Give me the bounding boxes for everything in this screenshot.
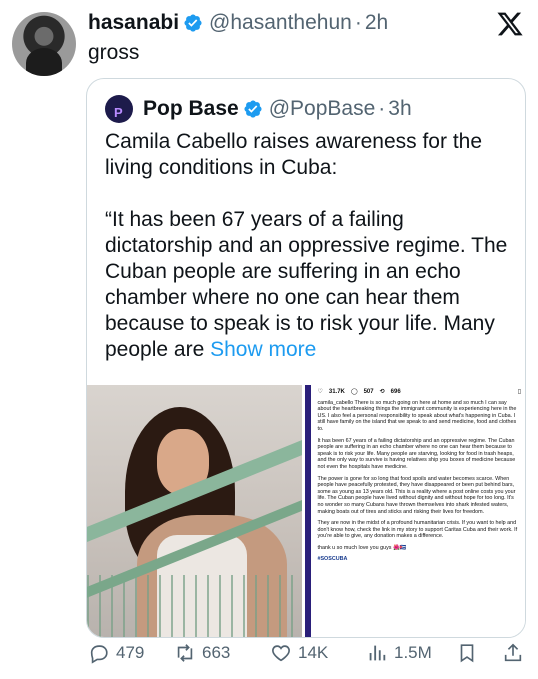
author-name[interactable]: hasanabi: [88, 10, 179, 36]
quoted-author-handle[interactable]: @PopBase: [269, 96, 376, 122]
author-handle[interactable]: @hasanthehun: [209, 10, 352, 36]
quoted-paragraph-1: Camila Cabello raises awareness for the …: [105, 130, 483, 179]
x-logo-icon[interactable]: [496, 10, 524, 38]
verified-badge-icon: [244, 100, 262, 118]
views-button[interactable]: 1.5M: [366, 642, 432, 664]
author-avatar[interactable]: [12, 12, 76, 76]
post-stats: ♡ 31.7K ◯ 507 ⟲ 696 ▯: [313, 389, 521, 396]
post-paragraph-1: camila_cabello There is so much going on…: [317, 399, 517, 432]
quoted-paragraph-2: “It has been 67 years of a failing dicta…: [105, 207, 517, 363]
tweet-timestamp[interactable]: 2h: [365, 10, 388, 36]
quoted-tweet-body: Camila Cabello raises awareness for the …: [105, 129, 517, 389]
like-count: 14K: [298, 643, 329, 662]
post-paragraph-4: They are now in the midst of a profound …: [317, 520, 518, 540]
post-paragraph-3: The power is gone for so long that food …: [317, 475, 516, 515]
views-icon: [369, 645, 386, 661]
repost-count: 663: [202, 643, 231, 662]
share-icon: [504, 643, 522, 662]
reply-button[interactable]: 479: [88, 642, 144, 664]
post-bookmark-icon: ▯: [517, 389, 521, 395]
post-hashtag: #SOSCUBA: [317, 556, 348, 563]
verified-badge-icon: [184, 14, 202, 32]
separator-dot: ·: [378, 97, 386, 120]
post-comments: 507: [363, 389, 374, 395]
bookmark-button[interactable]: [456, 642, 484, 664]
tweet-action-bar: 479 663 14K 1.5M: [88, 640, 528, 666]
share-arrows-icon: ⟲: [379, 389, 385, 395]
post-paragraph-2: It has been 67 years of a failing dictat…: [317, 437, 516, 470]
quoted-media[interactable]: ♡ 31.7K ◯ 507 ⟲ 696 ▯ camila_cabello There …: [87, 385, 525, 637]
post-paragraph-5: thank u so much love you guys 🌺🇨🇺: [317, 544, 407, 551]
show-more-link[interactable]: Show more: [210, 338, 316, 361]
camila-photo[interactable]: [87, 385, 303, 637]
heart-icon: ♡: [317, 389, 323, 395]
instagram-post-screenshot[interactable]: ♡ 31.7K ◯ 507 ⟲ 696 ▯ camila_cabello There …: [305, 385, 525, 637]
quoted-tweet-header: Pop Base @PopBase · 3h: [105, 95, 412, 126]
post-likes: 31.7K: [328, 389, 345, 395]
comment-icon: ◯: [350, 389, 358, 395]
separator-dot: ·: [354, 11, 362, 34]
reply-count: 479: [116, 643, 145, 662]
quoted-author-avatar[interactable]: [105, 95, 133, 126]
reply-icon: [90, 645, 108, 664]
views-count: 1.5M: [394, 643, 432, 662]
like-button[interactable]: 14K: [270, 642, 328, 664]
quoted-tweet[interactable]: Pop Base @PopBase · 3h Camila Cabello ra…: [86, 78, 526, 638]
post-shares: 696: [390, 389, 401, 395]
tweet-header: hasanabi @hasanthehun · 2h: [88, 10, 388, 36]
quoted-tweet-timestamp[interactable]: 3h: [388, 96, 411, 122]
bookmark-icon: [460, 644, 474, 663]
share-button[interactable]: [502, 642, 530, 664]
quoted-author-name[interactable]: Pop Base: [143, 96, 239, 122]
tweet-text: gross: [88, 41, 140, 64]
repost-button[interactable]: 663: [174, 642, 230, 664]
like-icon: [272, 645, 290, 662]
repost-icon: [177, 644, 193, 662]
